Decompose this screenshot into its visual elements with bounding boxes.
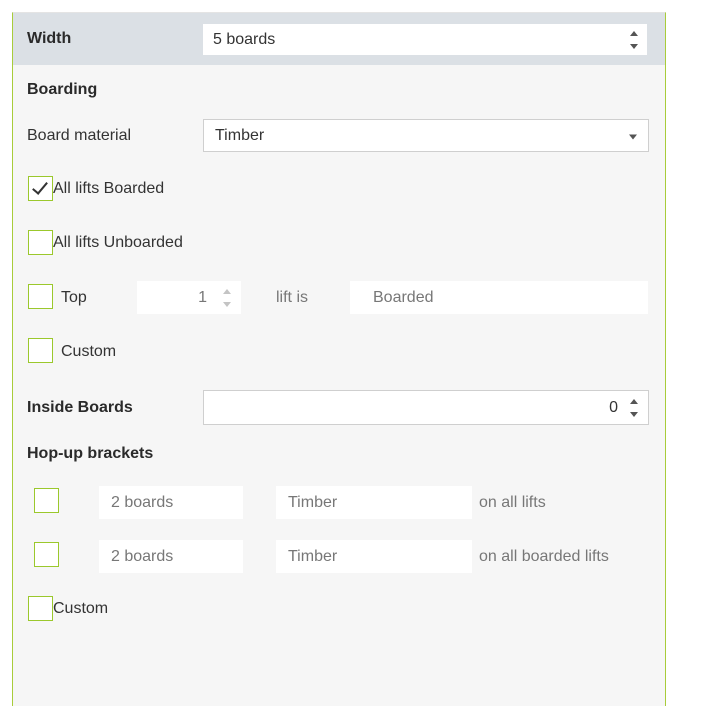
top-lift-state-value: Boarded bbox=[373, 288, 434, 306]
inside-boards-spinner[interactable]: 0 bbox=[203, 390, 649, 425]
boarding-heading: Boarding bbox=[27, 81, 98, 98]
all-lifts-unboarded-checkbox[interactable] bbox=[28, 230, 53, 255]
chevron-down-icon[interactable] bbox=[629, 134, 637, 139]
all-lifts-boarded-checkbox[interactable] bbox=[28, 176, 53, 201]
inside-boards-value: 0 bbox=[609, 398, 618, 416]
hop-up-row-2-boards-value: 2 boards bbox=[111, 547, 174, 565]
top-lift-spin-arrows-icon[interactable] bbox=[222, 287, 232, 309]
lift-is-label: lift is bbox=[276, 289, 308, 306]
all-lifts-boarded-label: All lifts Boarded bbox=[53, 180, 165, 197]
inside-boards-spin-arrows-icon[interactable] bbox=[629, 397, 639, 419]
hop-up-custom-checkbox[interactable] bbox=[28, 596, 53, 621]
hop-up-row-2-scope-label: on all boarded lifts bbox=[479, 548, 609, 565]
top-lift-label: Top bbox=[61, 289, 87, 306]
hop-up-row-1-material-value: Timber bbox=[288, 493, 338, 511]
top-lift-checkbox[interactable] bbox=[28, 284, 53, 309]
hop-up-row-2-checkbox[interactable] bbox=[34, 542, 59, 567]
boarding-settings-panel: Width 5 boards Boarding Board material T… bbox=[12, 12, 666, 706]
boarding-custom-checkbox[interactable] bbox=[28, 338, 53, 363]
boarding-custom-label: Custom bbox=[61, 343, 117, 360]
hop-up-row-1-material-field[interactable]: Timber bbox=[276, 486, 472, 519]
top-lift-count-value: 1 bbox=[198, 288, 207, 306]
hop-up-row-2-boards-field[interactable]: 2 boards bbox=[99, 540, 243, 573]
hop-up-brackets-heading: Hop-up brackets bbox=[27, 445, 154, 462]
all-lifts-unboarded-label: All lifts Unboarded bbox=[53, 234, 183, 251]
hop-up-row-2-material-field[interactable]: Timber bbox=[276, 540, 472, 573]
width-value: 5 boards bbox=[213, 30, 276, 48]
checkmark-icon bbox=[32, 178, 48, 195]
hop-up-custom-label: Custom bbox=[53, 600, 109, 617]
width-label: Width bbox=[27, 30, 72, 47]
hop-up-row-1-boards-field[interactable]: 2 boards bbox=[99, 486, 243, 519]
board-material-label: Board material bbox=[27, 127, 132, 144]
hop-up-row-1-boards-value: 2 boards bbox=[111, 493, 174, 511]
width-spin-arrows-icon[interactable] bbox=[629, 29, 639, 51]
board-material-select[interactable]: Timber bbox=[203, 119, 649, 152]
board-material-value: Timber bbox=[215, 126, 265, 144]
hop-up-row-1-checkbox[interactable] bbox=[34, 488, 59, 513]
top-lift-state-field[interactable]: Boarded bbox=[350, 281, 648, 314]
hop-up-row-1-scope-label: on all lifts bbox=[479, 494, 546, 511]
hop-up-row-2-material-value: Timber bbox=[288, 547, 338, 565]
width-spinner[interactable]: 5 boards bbox=[203, 24, 647, 55]
top-lift-count-spinner[interactable]: 1 bbox=[137, 281, 241, 314]
inside-boards-label: Inside Boards bbox=[27, 399, 133, 416]
